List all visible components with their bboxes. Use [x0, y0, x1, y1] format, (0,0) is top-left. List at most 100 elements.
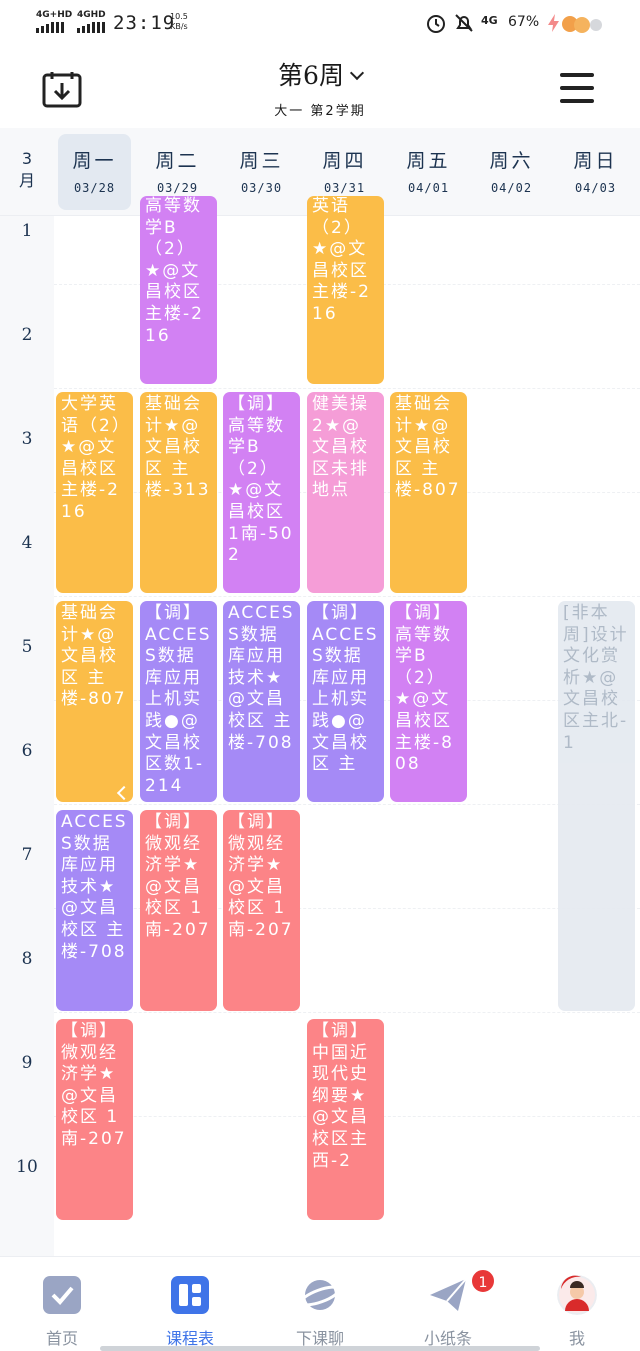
period-label: 9 — [21, 1053, 33, 1073]
nav-chat[interactable]: 下课聊 — [256, 1275, 384, 1349]
check-square-icon — [43, 1276, 81, 1314]
course-card[interactable]: 英语（2）★@文昌校区 主楼-216 — [307, 196, 384, 384]
day-name: 周二 — [155, 150, 200, 172]
course-card[interactable]: 高等数学B（2）★@文昌校区 主楼-216 — [140, 196, 217, 384]
course-text: [非本周]设计文化赏析★@文昌校区主北-1 — [563, 603, 629, 753]
menu-icon — [560, 73, 594, 77]
course-text: 英语（2）★@文昌校区 主楼-216 — [312, 196, 371, 324]
course-card[interactable]: 【调】ACCESS数据库应用上机实践●@文昌校区 主 — [307, 601, 384, 802]
day-date: 04/03 — [574, 181, 617, 195]
day-name: 周五 — [406, 150, 451, 172]
mute-bell-icon — [455, 14, 473, 32]
signal-bars-icon — [77, 22, 105, 33]
day-date: 03/29 — [156, 181, 199, 195]
course-text: 基础会计★@文昌校区 主楼-313 — [145, 394, 211, 501]
course-card[interactable]: 【调】微观经济学★@文昌校区 1南-207 — [56, 1019, 133, 1220]
sim1-label: 4G+HD — [36, 10, 73, 20]
day-column-sun[interactable]: 周日 04/03 — [559, 134, 632, 210]
course-card[interactable]: 【调】高等数学B（2）★@文昌校区 1南-502 — [223, 392, 300, 593]
nav-me[interactable]: 我 — [513, 1275, 640, 1349]
week-title: 第6周 — [278, 61, 344, 90]
course-card[interactable]: 基础会计★@文昌校区 主楼-807 — [390, 392, 467, 593]
course-text: 【调】高等数学B（2）★@文昌校区 1南-502 — [228, 394, 294, 566]
day-date: 03/30 — [240, 181, 283, 195]
day-date: 03/28 — [73, 181, 116, 195]
period-label: 8 — [21, 949, 33, 969]
day-name: 周四 — [322, 150, 367, 172]
nav-home[interactable]: 首页 — [0, 1275, 126, 1349]
signal-bars-icon — [36, 22, 64, 33]
course-card[interactable]: 【调】微观经济学★@文昌校区 1南-207 — [140, 810, 217, 1011]
battery-level: 67% — [508, 14, 540, 30]
course-card[interactable]: 健美操2★@文昌校区未排地点 — [307, 392, 384, 593]
month-label: 3 月 — [14, 148, 40, 192]
speed-unit: KB/s — [170, 22, 188, 31]
period-label: 10 — [16, 1157, 38, 1177]
course-card[interactable]: 大学英语（2）★@文昌校区 主楼-216 — [56, 392, 133, 593]
month-unit: 月 — [18, 171, 35, 190]
course-text: 【调】ACCESS数据库应用上机实践●@文昌校区 主 — [312, 603, 379, 775]
day-name: 周六 — [489, 150, 534, 172]
speed-value: 10.5 — [170, 12, 188, 21]
day-name: 周日 — [573, 150, 618, 172]
timetable-icon — [171, 1276, 209, 1314]
period-label: 6 — [21, 741, 33, 761]
period-label: 3 — [21, 429, 33, 449]
network-type: 4G — [481, 14, 498, 27]
status-bar: 4G+HD 4GHD 23:19 10.5 KB/s 4G 67% — [0, 0, 640, 48]
course-text: 【调】微观经济学★@文昌校区 1南-207 — [145, 812, 211, 940]
day-column-fri[interactable]: 周五 04/01 — [392, 134, 465, 210]
course-text: 健美操2★@文昌校区未排地点 — [312, 394, 369, 501]
period-label: 5 — [21, 637, 33, 657]
day-column-wed[interactable]: 周三 03/30 — [225, 134, 298, 210]
month-number: 3 — [21, 149, 33, 168]
sim2-label: 4GHD — [77, 10, 106, 20]
paper-plane-icon — [430, 1278, 467, 1311]
clock: 23:19 — [113, 12, 176, 34]
home-indicator — [100, 1346, 540, 1351]
course-text: 大学英语（2）★@文昌校区 主楼-216 — [61, 394, 123, 522]
app: 4G+HD 4GHD 23:19 10.5 KB/s 4G 67% 第6周 大一… — [0, 0, 640, 1351]
day-name: 周三 — [239, 150, 284, 172]
course-card[interactable]: 【调】中国近现代史纲要★@文昌校区主西-2 — [307, 1019, 384, 1220]
period-label: 1 — [21, 221, 33, 241]
course-text: ACCESS数据库应用技术★@文昌校区 主楼-708 — [228, 603, 295, 753]
planet-icon — [300, 1280, 340, 1310]
day-column-sat[interactable]: 周六 04/02 — [475, 134, 548, 210]
course-text: 【调】高等数学B（2）★@文昌校区 主楼-808 — [395, 603, 454, 775]
bottom-nav: 首页 课程表 下课聊 小纸条 1 我 — [0, 1256, 640, 1351]
course-card[interactable]: ACCESS数据库应用技术★@文昌校区 主楼-708 — [223, 601, 300, 802]
course-card[interactable]: 【调】微观经济学★@文昌校区 1南-207 — [223, 810, 300, 1011]
day-name: 周一 — [72, 150, 117, 172]
period-label: 2 — [21, 325, 33, 345]
nav-timetable[interactable]: 课程表 — [126, 1275, 254, 1349]
alarm-icon — [427, 15, 445, 33]
note-corner-icon — [116, 785, 132, 801]
notification-badge: 1 — [470, 1268, 496, 1294]
course-text: 基础会计★@文昌校区 主楼-807 — [395, 394, 461, 501]
day-column-mon[interactable]: 周一 03/28 — [58, 134, 131, 210]
course-text: 【调】ACCESS数据库应用上机实践●@文昌校区数1-214 — [145, 603, 212, 796]
week-selector[interactable]: 第6周 — [0, 56, 640, 92]
course-card[interactable]: 【调】高等数学B（2）★@文昌校区 主楼-808 — [390, 601, 467, 802]
period-label: 4 — [21, 533, 33, 553]
course-card[interactable]: ACCESS数据库应用技术★@文昌校区 主楼-708 — [56, 810, 133, 1011]
course-text: 【调】中国近现代史纲要★@文昌校区主西-2 — [312, 1021, 369, 1171]
day-date: 03/31 — [323, 181, 366, 195]
course-card[interactable]: 基础会计★@文昌校区 主楼-807 — [56, 601, 133, 802]
chevron-down-icon — [349, 65, 365, 81]
semester-label: 大一 第2学期 — [274, 104, 366, 119]
network-speed: 10.5 KB/s — [170, 12, 188, 32]
day-date: 04/02 — [490, 181, 533, 195]
course-card[interactable]: 基础会计★@文昌校区 主楼-313 — [140, 392, 217, 593]
period-label: 7 — [21, 845, 33, 865]
menu-button[interactable] — [560, 73, 594, 103]
header: 第6周 大一 第2学期 — [0, 48, 640, 128]
course-card-other-week[interactable]: [非本周]设计文化赏析★@文昌校区主北-1 — [558, 601, 635, 1011]
course-text: 基础会计★@文昌校区 主楼-807 — [61, 603, 127, 710]
course-card[interactable]: 【调】ACCESS数据库应用上机实践●@文昌校区数1-214 — [140, 601, 217, 802]
fruit-icon — [562, 16, 602, 33]
course-text: ACCESS数据库应用技术★@文昌校区 主楼-708 — [61, 812, 128, 962]
timetable-grid: 1 2 3 4 5 6 7 8 9 10 高等数学B（2）★@文昌校区 主楼-2… — [0, 196, 640, 1256]
course-text: 【调】微观经济学★@文昌校区 1南-207 — [228, 812, 294, 940]
